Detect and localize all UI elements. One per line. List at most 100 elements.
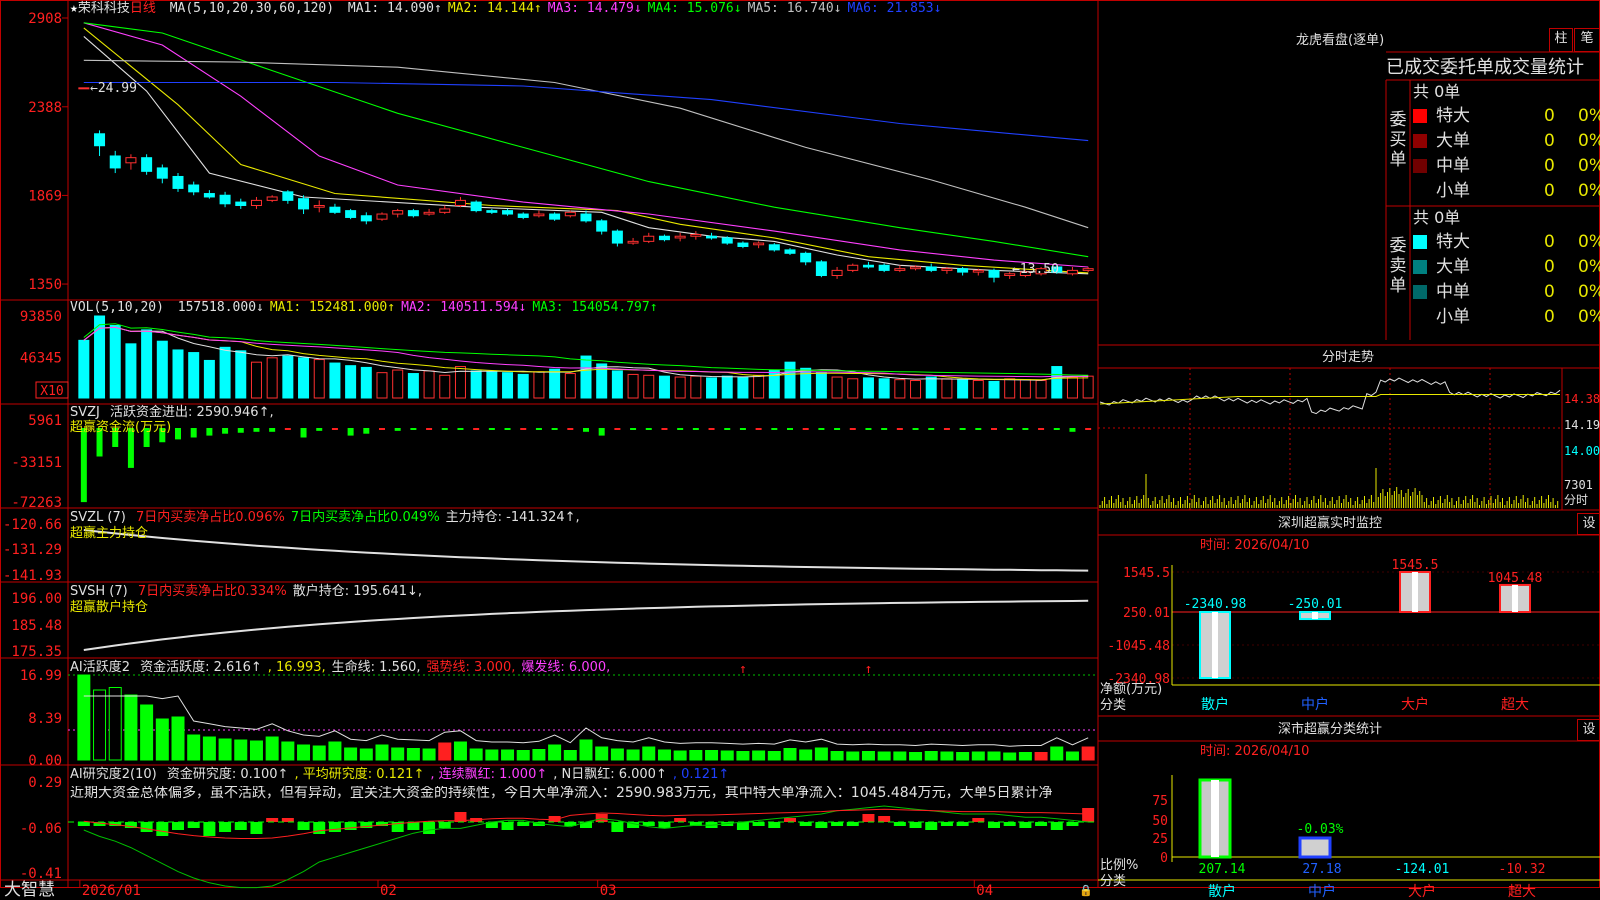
- ai2-bar: [297, 822, 310, 830]
- sz-class-time: 时间: 2026/04/10: [1200, 744, 1310, 759]
- ai1-signal-arrow: ↑: [739, 662, 747, 677]
- column-view-button[interactable]: 柱: [1549, 28, 1573, 52]
- x-tick-label: 02: [380, 883, 397, 899]
- sell-row-3-count: 0: [1544, 307, 1555, 327]
- price-candle: [674, 235, 686, 239]
- ai2-bar: [1035, 822, 1048, 826]
- sz-class-bar-retail-highlight: [1211, 780, 1219, 857]
- sz-monitor-category: 中户: [1301, 696, 1329, 713]
- vol-bar: [533, 371, 545, 399]
- svzl-legend: SVZL (7) 7日内买卖净占比0.096% 7日内买卖净占比0.049% 主力持…: [70, 510, 580, 525]
- lhkp-subtitle: 已成交委托单成交量统计: [1386, 57, 1584, 78]
- ai2-bar: [893, 822, 906, 826]
- price-candle: [580, 213, 592, 222]
- ai1-bar: [124, 694, 138, 761]
- vol-indicator-title: VOL(5,10,20): [70, 300, 164, 315]
- main-chart-canvas: 2908 2388 1869 1350 ←24.99 ←13.50 93850 46345 X1…: [0, 0, 1600, 900]
- buy-swatch-0: [1413, 109, 1427, 123]
- sell-row-2-count: 0: [1544, 282, 1555, 302]
- vol-bar: [517, 373, 529, 399]
- vol-bar: [329, 362, 341, 399]
- vol-bar: [423, 370, 435, 399]
- sz-class-category: 中户: [1308, 883, 1336, 900]
- sz-monitor-category: 大户: [1401, 696, 1429, 713]
- vol-bar: [815, 372, 827, 399]
- svzj-bar: [959, 428, 966, 430]
- ai2-bar: [1082, 808, 1095, 822]
- ai2-label-3: , N日飘红: 6.000↑: [553, 767, 667, 782]
- ai2-bar: [752, 822, 765, 826]
- vol-bar: [266, 357, 278, 399]
- vol-bar: [925, 376, 937, 399]
- svzj-bar: [331, 428, 338, 430]
- ai1-bar: [987, 751, 1001, 761]
- svzj-bar: [347, 428, 354, 436]
- sz-monitor-bar-highlight: [1212, 612, 1218, 678]
- vol-bar: [643, 374, 655, 399]
- price-candle: [753, 242, 765, 246]
- tick-view-button[interactable]: 笔: [1574, 28, 1600, 52]
- ai1-bar: [1034, 752, 1048, 761]
- svzl-line: [83, 529, 1089, 572]
- svzj-bar: [991, 428, 997, 430]
- ai2-label-0: 资金研究度: 0.100↑: [166, 767, 289, 782]
- ai2-bar: [1066, 822, 1079, 826]
- ai1-bar: [265, 736, 279, 761]
- ai2-bar: [846, 822, 859, 826]
- buy-swatch-1: [1413, 134, 1427, 148]
- ai2-bar: [234, 822, 247, 830]
- svzj-bar: [849, 428, 856, 430]
- ai2-bar: [219, 822, 232, 832]
- ai1-label-3: 强势线: 3.000,: [426, 660, 516, 675]
- x-tick-label: 04: [976, 883, 993, 899]
- ai1-bar: [971, 751, 985, 761]
- ai2-bar: [1019, 822, 1032, 828]
- sz-monitor-settings-button[interactable]: 设: [1577, 513, 1600, 535]
- ai1-bar: [375, 744, 389, 761]
- ai1-bar: [610, 748, 624, 761]
- svsh-legend: SVSH (7) 7日内买卖净占比0.334% 散户持仓: 195.641↓,: [70, 584, 422, 599]
- sell-row-0-pct: 0%: [1578, 232, 1600, 252]
- price-candle: [658, 235, 670, 241]
- price-label-5: MA6: 21.853↓: [847, 1, 942, 16]
- buy-row-2-name: 中单: [1436, 156, 1470, 176]
- sz-monitor-category: 超大: [1501, 697, 1529, 713]
- svzj-bar: [426, 428, 433, 430]
- sell-row-3-name: 小单: [1436, 307, 1470, 327]
- price-candle: [345, 210, 357, 218]
- svzj-bar: [787, 428, 793, 430]
- price-candle: [109, 155, 121, 169]
- svzj-bar: [583, 428, 589, 432]
- svzj-bar: [896, 428, 903, 430]
- svzj-bar: [755, 428, 762, 430]
- vol-bar: [894, 379, 906, 399]
- ai1-bar: [453, 741, 467, 761]
- ai1-bar: [846, 751, 860, 761]
- svzl-label-1: 7日内买卖净占比0.049%: [290, 510, 440, 525]
- vol-bar: [972, 380, 984, 399]
- sell-row-1-name: 大单: [1436, 257, 1470, 277]
- svzj-bar: [928, 428, 935, 430]
- price-legend: ★荣科科技日线 MA(5,10,20,30,60,120) MA1: 14.09…: [70, 1, 942, 16]
- ai1-bar: [532, 749, 546, 761]
- svzj-bar: [504, 428, 511, 430]
- ai1-bar: [281, 741, 295, 761]
- vol-bar: [564, 373, 576, 399]
- price-candle: [941, 268, 953, 271]
- price-candle: [172, 175, 184, 189]
- vol-bar: [313, 359, 325, 399]
- vol-bar: [611, 370, 623, 399]
- stock-name[interactable]: 荣科科技: [78, 1, 130, 16]
- ai1-bar: [830, 751, 844, 761]
- ai2-title: AI研究度2(10): [70, 767, 157, 782]
- vol-bar: [941, 378, 953, 399]
- svzj-bar: [724, 428, 731, 430]
- svzl-label-2: 主力持仓: -141.324↑,: [445, 510, 580, 525]
- period-label[interactable]: 日线: [130, 1, 156, 16]
- price-candle: [470, 201, 482, 212]
- sz-class-ylabel: 比例%: [1100, 858, 1139, 873]
- sell-swatch-3: [1413, 310, 1427, 324]
- sz-class-settings-button[interactable]: 设: [1577, 719, 1600, 741]
- price-ma60-line: [83, 59, 1089, 229]
- svzj-bar: [771, 428, 778, 430]
